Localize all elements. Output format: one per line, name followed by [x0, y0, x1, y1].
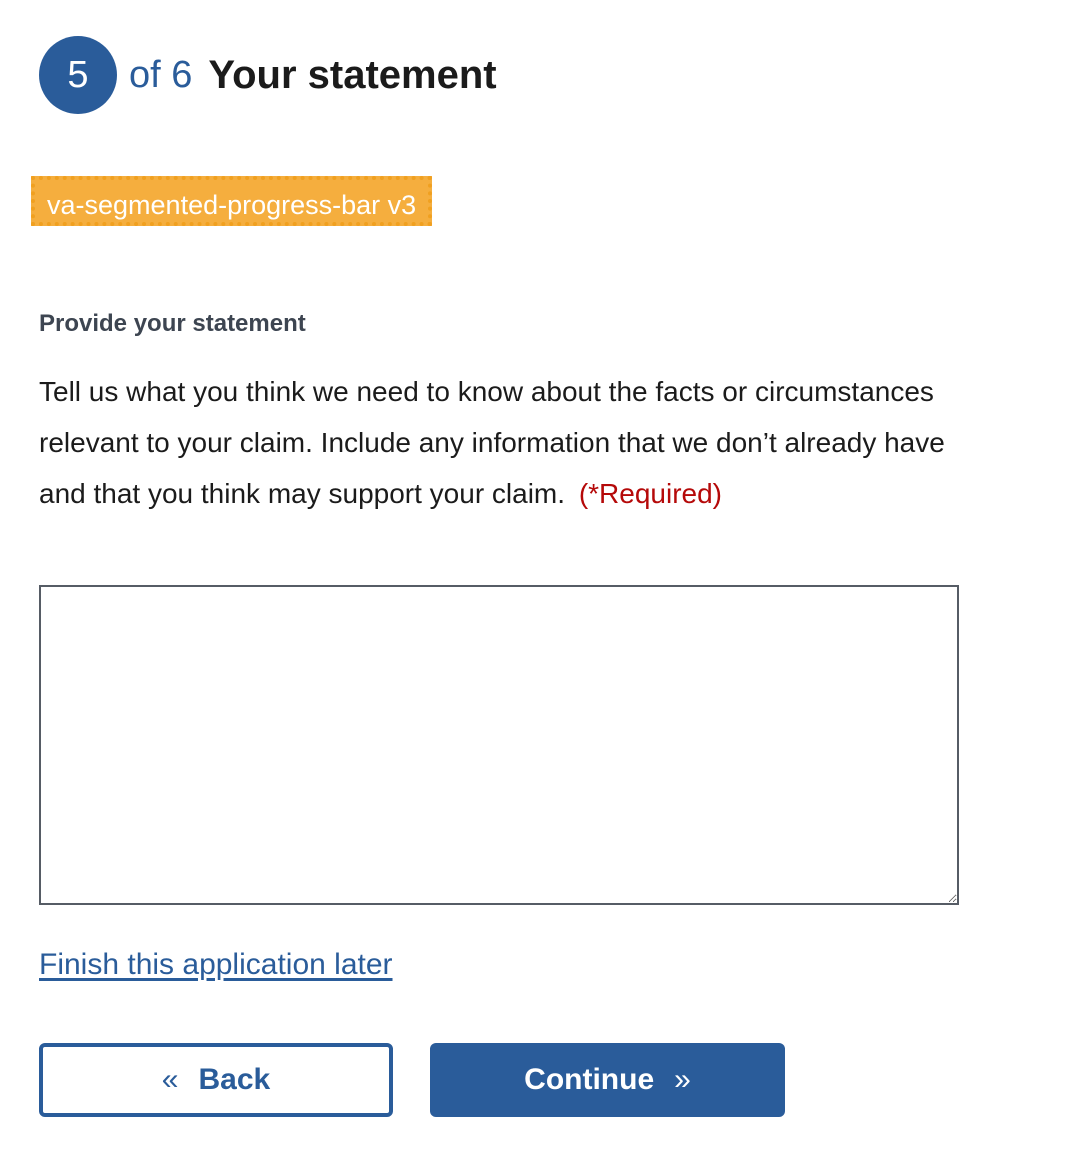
- page-title: Your statement: [208, 52, 497, 97]
- step-header: 5 of 6 Your statement: [39, 36, 497, 114]
- statement-hint: Tell us what you think we need to know a…: [39, 366, 959, 519]
- statement-label: Provide your statement: [39, 310, 306, 337]
- step-total: of 6: [129, 53, 193, 96]
- finish-later-link[interactable]: Finish this application later: [39, 948, 393, 982]
- back-button[interactable]: « Back: [39, 1043, 393, 1117]
- continue-button[interactable]: Continue »: [430, 1043, 785, 1117]
- continue-button-label: Continue: [524, 1063, 655, 1096]
- required-indicator: (*Required): [578, 478, 722, 509]
- step-number-circle: 5: [39, 36, 117, 114]
- back-button-label: Back: [198, 1063, 271, 1096]
- chevron-double-right-icon: »: [674, 1063, 691, 1096]
- statement-hint-text: Tell us what you think we need to know a…: [39, 376, 945, 509]
- statement-textarea[interactable]: [39, 585, 959, 905]
- component-debug-tag: va-segmented-progress-bar v3: [31, 176, 433, 226]
- chevron-double-left-icon: «: [161, 1063, 179, 1096]
